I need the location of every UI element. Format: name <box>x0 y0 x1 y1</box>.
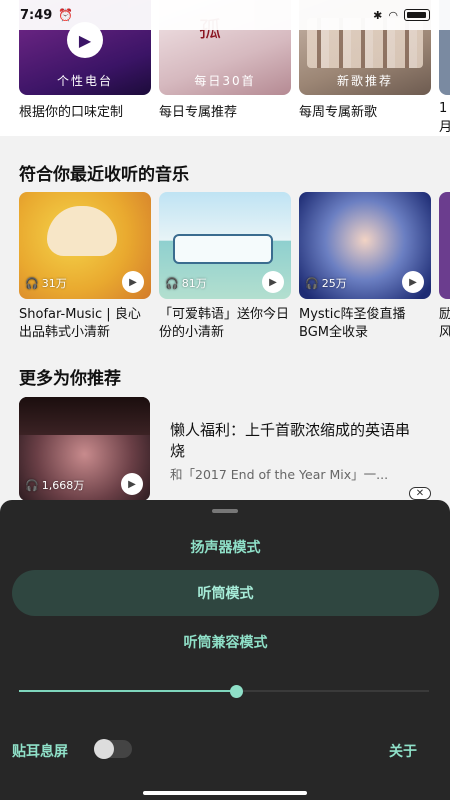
card-badge: 新歌推荐 <box>336 74 393 88</box>
card-caption[interactable]: 每周专属新歌 <box>299 101 377 120</box>
alarm-icon: ⏰ <box>58 8 74 22</box>
play-count: 🎧 81万 <box>165 275 207 291</box>
playlist-caption[interactable]: Mystic阵圣俊直播BGM全收录 <box>299 306 431 342</box>
play-count: 🎧 31万 <box>25 275 67 291</box>
headphones-icon: 🎧 <box>305 276 319 290</box>
card-caption[interactable]: 根据你的口味定制 <box>19 101 123 120</box>
ear-screen-off-toggle[interactable] <box>94 739 132 759</box>
sheet-drag-handle[interactable] <box>212 509 238 513</box>
earpiece-mode-option[interactable]: 听筒模式 <box>12 570 439 616</box>
partial-card[interactable] <box>439 192 450 299</box>
cover-art <box>47 206 117 256</box>
card-caption[interactable]: 每日专属推荐 <box>159 101 237 120</box>
playlist-caption[interactable]: 励风 <box>439 306 450 342</box>
battery-icon <box>404 9 430 21</box>
playlist-card[interactable]: 🎧 81万 ▶ <box>159 192 291 299</box>
play-icon[interactable]: ▶ <box>402 271 424 293</box>
play-count-value: 25万 <box>321 277 347 290</box>
playlist-card[interactable]: 🎧 31万 ▶ <box>19 192 151 299</box>
volume-slider-thumb[interactable] <box>230 685 243 698</box>
play-count-value: 1,668万 <box>41 479 85 492</box>
recommend-title[interactable]: 懒人福利：上千首歌浓缩成的英语串烧 <box>170 420 415 462</box>
playlist-caption[interactable]: Shofar-Music | 良心出品韩式小清新 <box>19 306 151 342</box>
card-badge: 每日30首 <box>194 74 256 88</box>
status-bar: 7:49 ⏰ ✱ ◠ <box>0 0 450 30</box>
status-time: 7:49 <box>20 7 53 23</box>
recommend-cover[interactable]: 🎧 1,668万 ▶ <box>19 397 150 501</box>
section-title-more: 更多为你推荐 <box>19 369 121 389</box>
cover-art <box>173 234 273 264</box>
ear-screen-off-label: 贴耳息屏 <box>12 744 68 760</box>
earpiece-compat-mode-option[interactable]: 听筒兼容模式 <box>12 619 439 665</box>
headphones-icon: 🎧 <box>25 478 39 492</box>
play-count-value: 81万 <box>181 277 207 290</box>
play-count: 🎧 1,668万 <box>25 477 84 493</box>
headphones-icon: 🎧 <box>165 276 179 290</box>
volume-slider-fill <box>19 690 236 692</box>
headphones-icon: 🎧 <box>25 276 39 290</box>
speaker-mode-option[interactable]: 扬声器模式 <box>12 524 439 570</box>
recommend-subtitle: 和「2017 End of the Year Mix」一... <box>170 467 389 482</box>
play-count-value: 31万 <box>41 277 67 290</box>
wifi-icon: ◠ <box>388 8 398 22</box>
playlist-card[interactable]: 🎧 25万 ▶ <box>299 192 431 299</box>
bluetooth-icon: ✱ <box>373 8 383 22</box>
cover-art <box>19 397 150 435</box>
card-badge: 个性电台 <box>56 74 113 88</box>
play-icon[interactable]: ▶ <box>262 271 284 293</box>
card-caption[interactable]: 1月 <box>439 101 450 135</box>
toggle-knob <box>94 739 114 759</box>
playlist-caption[interactable]: 「可爱韩语」送你今日份的小清新 <box>159 306 291 342</box>
play-icon[interactable]: ▶ <box>121 473 143 495</box>
about-button[interactable]: 关于 <box>389 741 417 761</box>
home-indicator[interactable] <box>143 791 307 795</box>
play-count: 🎧 25万 <box>305 275 347 291</box>
section-title-recent: 符合你最近收听的音乐 <box>19 165 189 185</box>
close-icon[interactable]: ✕ <box>409 487 431 500</box>
play-icon[interactable]: ▶ <box>122 271 144 293</box>
